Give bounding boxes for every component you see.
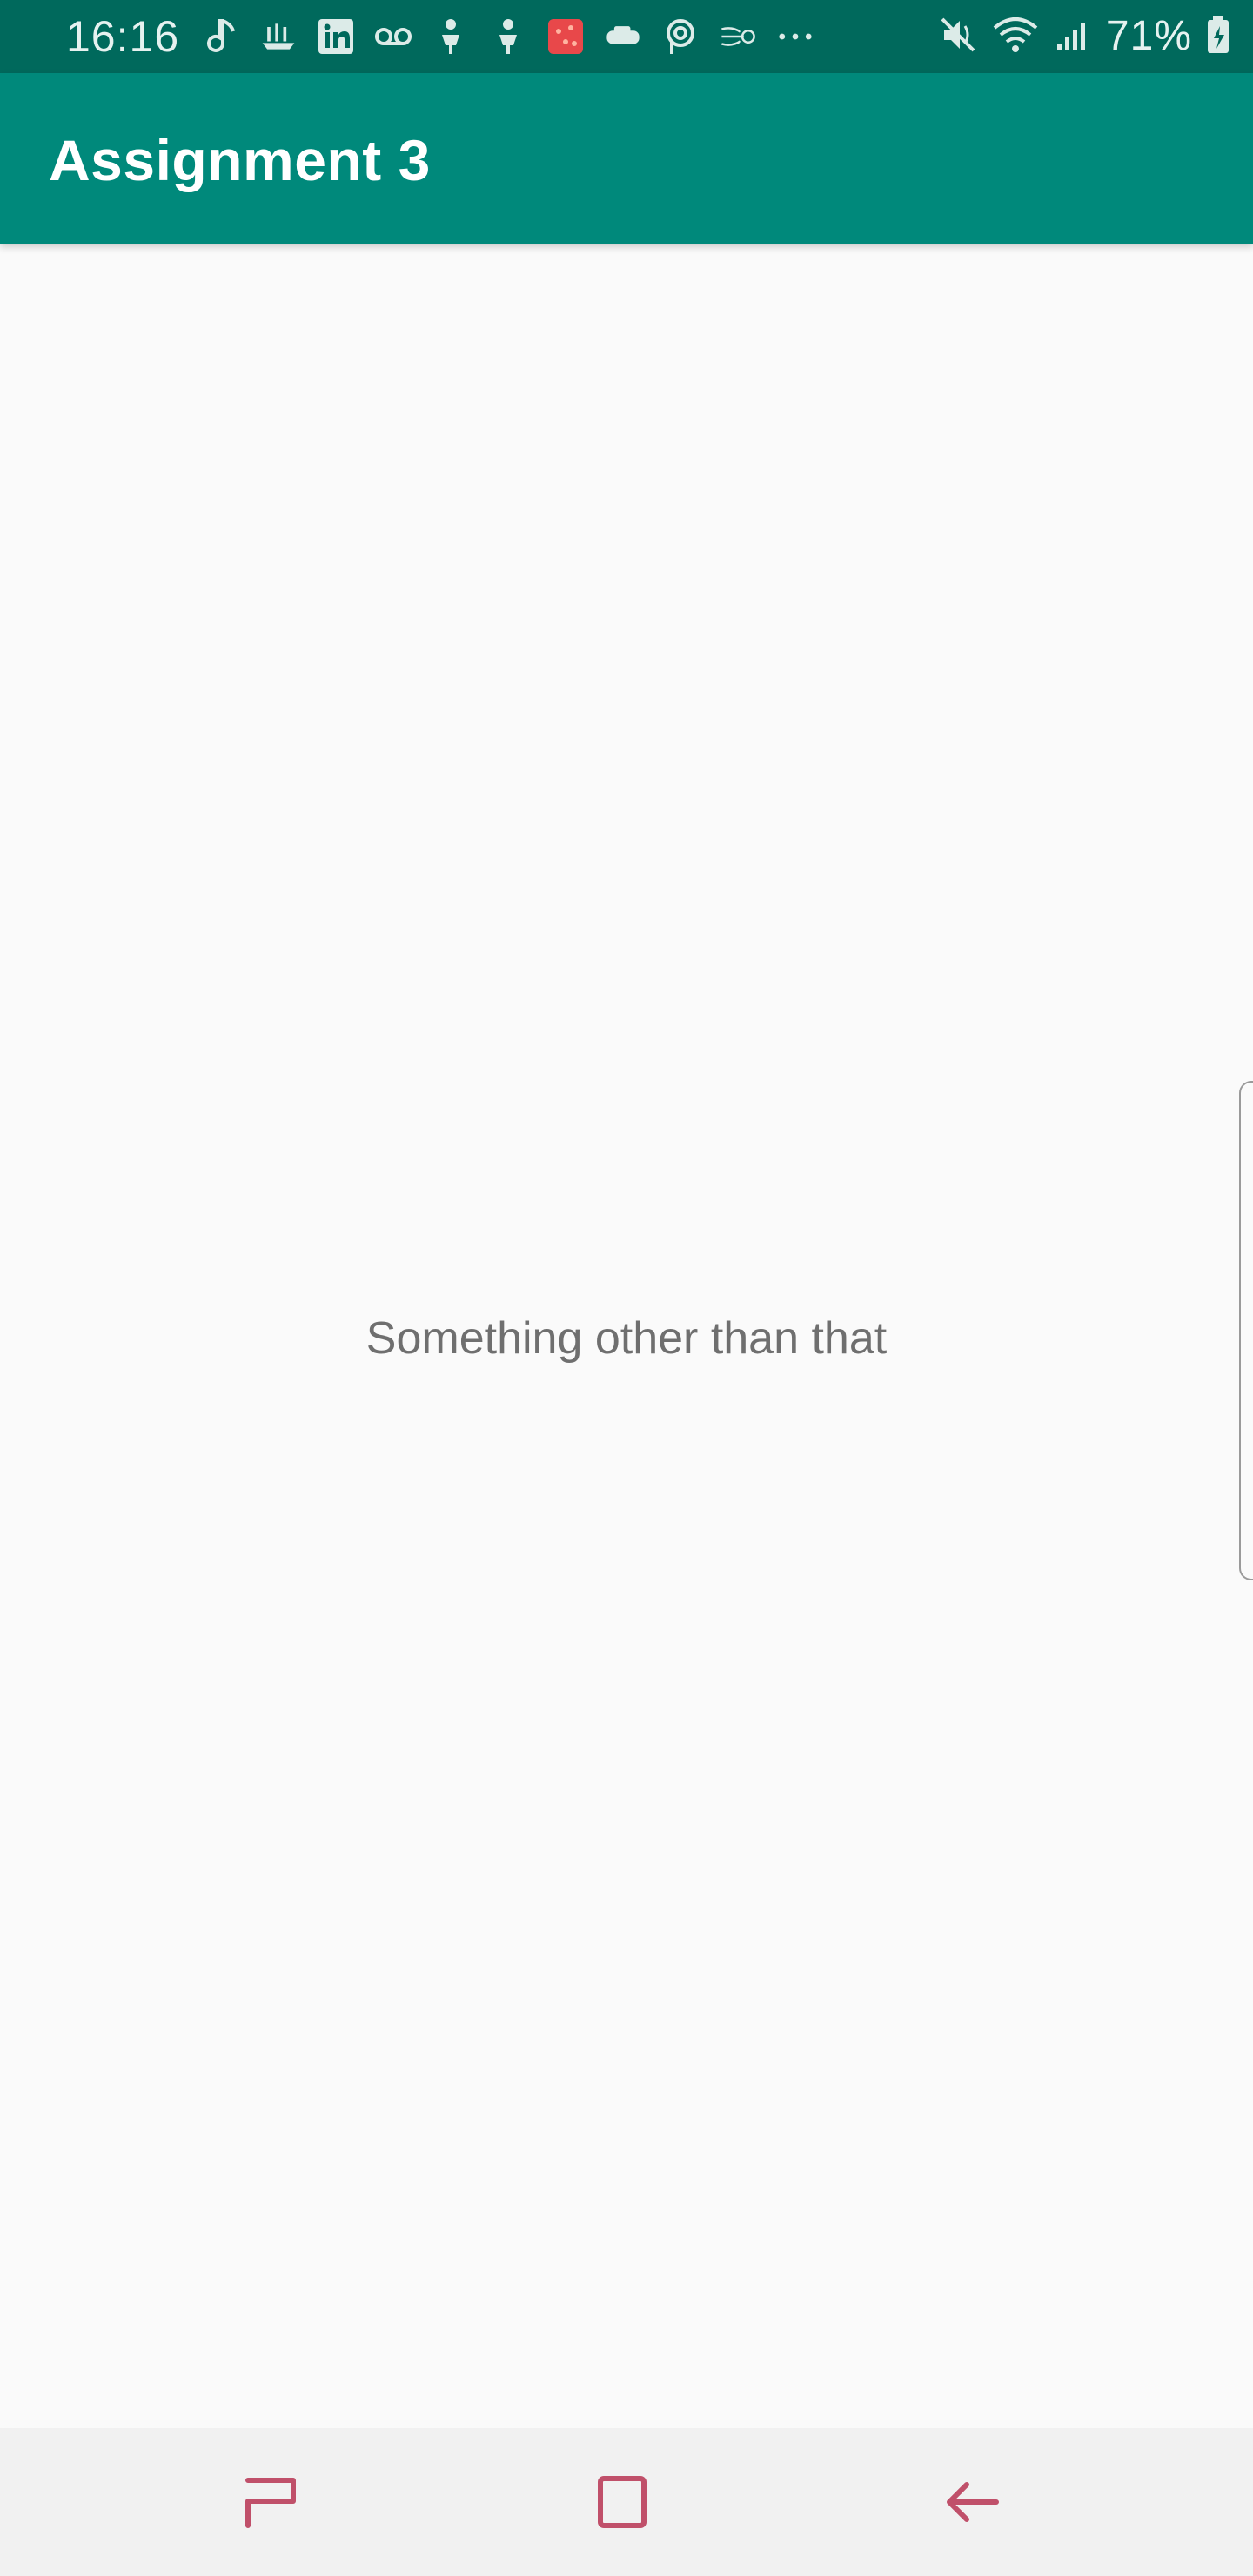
ship-icon (259, 17, 298, 56)
app-title: Assignment 3 (49, 128, 431, 192)
more-icon (776, 17, 814, 56)
status-bar: 16:16 71% (0, 0, 1253, 73)
signal-icon (1054, 16, 1092, 58)
back-button[interactable] (929, 2459, 1016, 2546)
app-icon (546, 17, 585, 56)
battery-percentage: 71% (1105, 13, 1192, 59)
home-button[interactable] (579, 2459, 666, 2546)
back-icon (947, 2482, 999, 2522)
navigation-bar (0, 2428, 1253, 2576)
status-time: 16:16 (66, 12, 180, 61)
system-icons: 71% (939, 10, 1230, 63)
recents-icon (245, 2478, 296, 2528)
truck-icon (604, 17, 642, 56)
voicemail-icon (374, 17, 412, 56)
wifi-icon (991, 16, 1040, 58)
edge-panel-handle[interactable] (1239, 1081, 1253, 1580)
person-icon (489, 17, 527, 56)
screen: 16:16 71% Assignment 3 Something other t… (0, 0, 1253, 2576)
app-bar: Assignment 3 (0, 73, 1253, 244)
wind-icon (719, 17, 757, 56)
battery-icon (1206, 15, 1230, 58)
linkedin-icon (317, 17, 355, 56)
content-message: Something other than that (365, 1313, 888, 1364)
music-note-icon (202, 17, 240, 56)
p-icon (661, 17, 700, 56)
recents-button[interactable] (228, 2459, 315, 2546)
mute-icon (939, 16, 977, 58)
home-icon (598, 2476, 647, 2528)
person-icon (432, 17, 470, 56)
notification-icons (202, 12, 814, 61)
